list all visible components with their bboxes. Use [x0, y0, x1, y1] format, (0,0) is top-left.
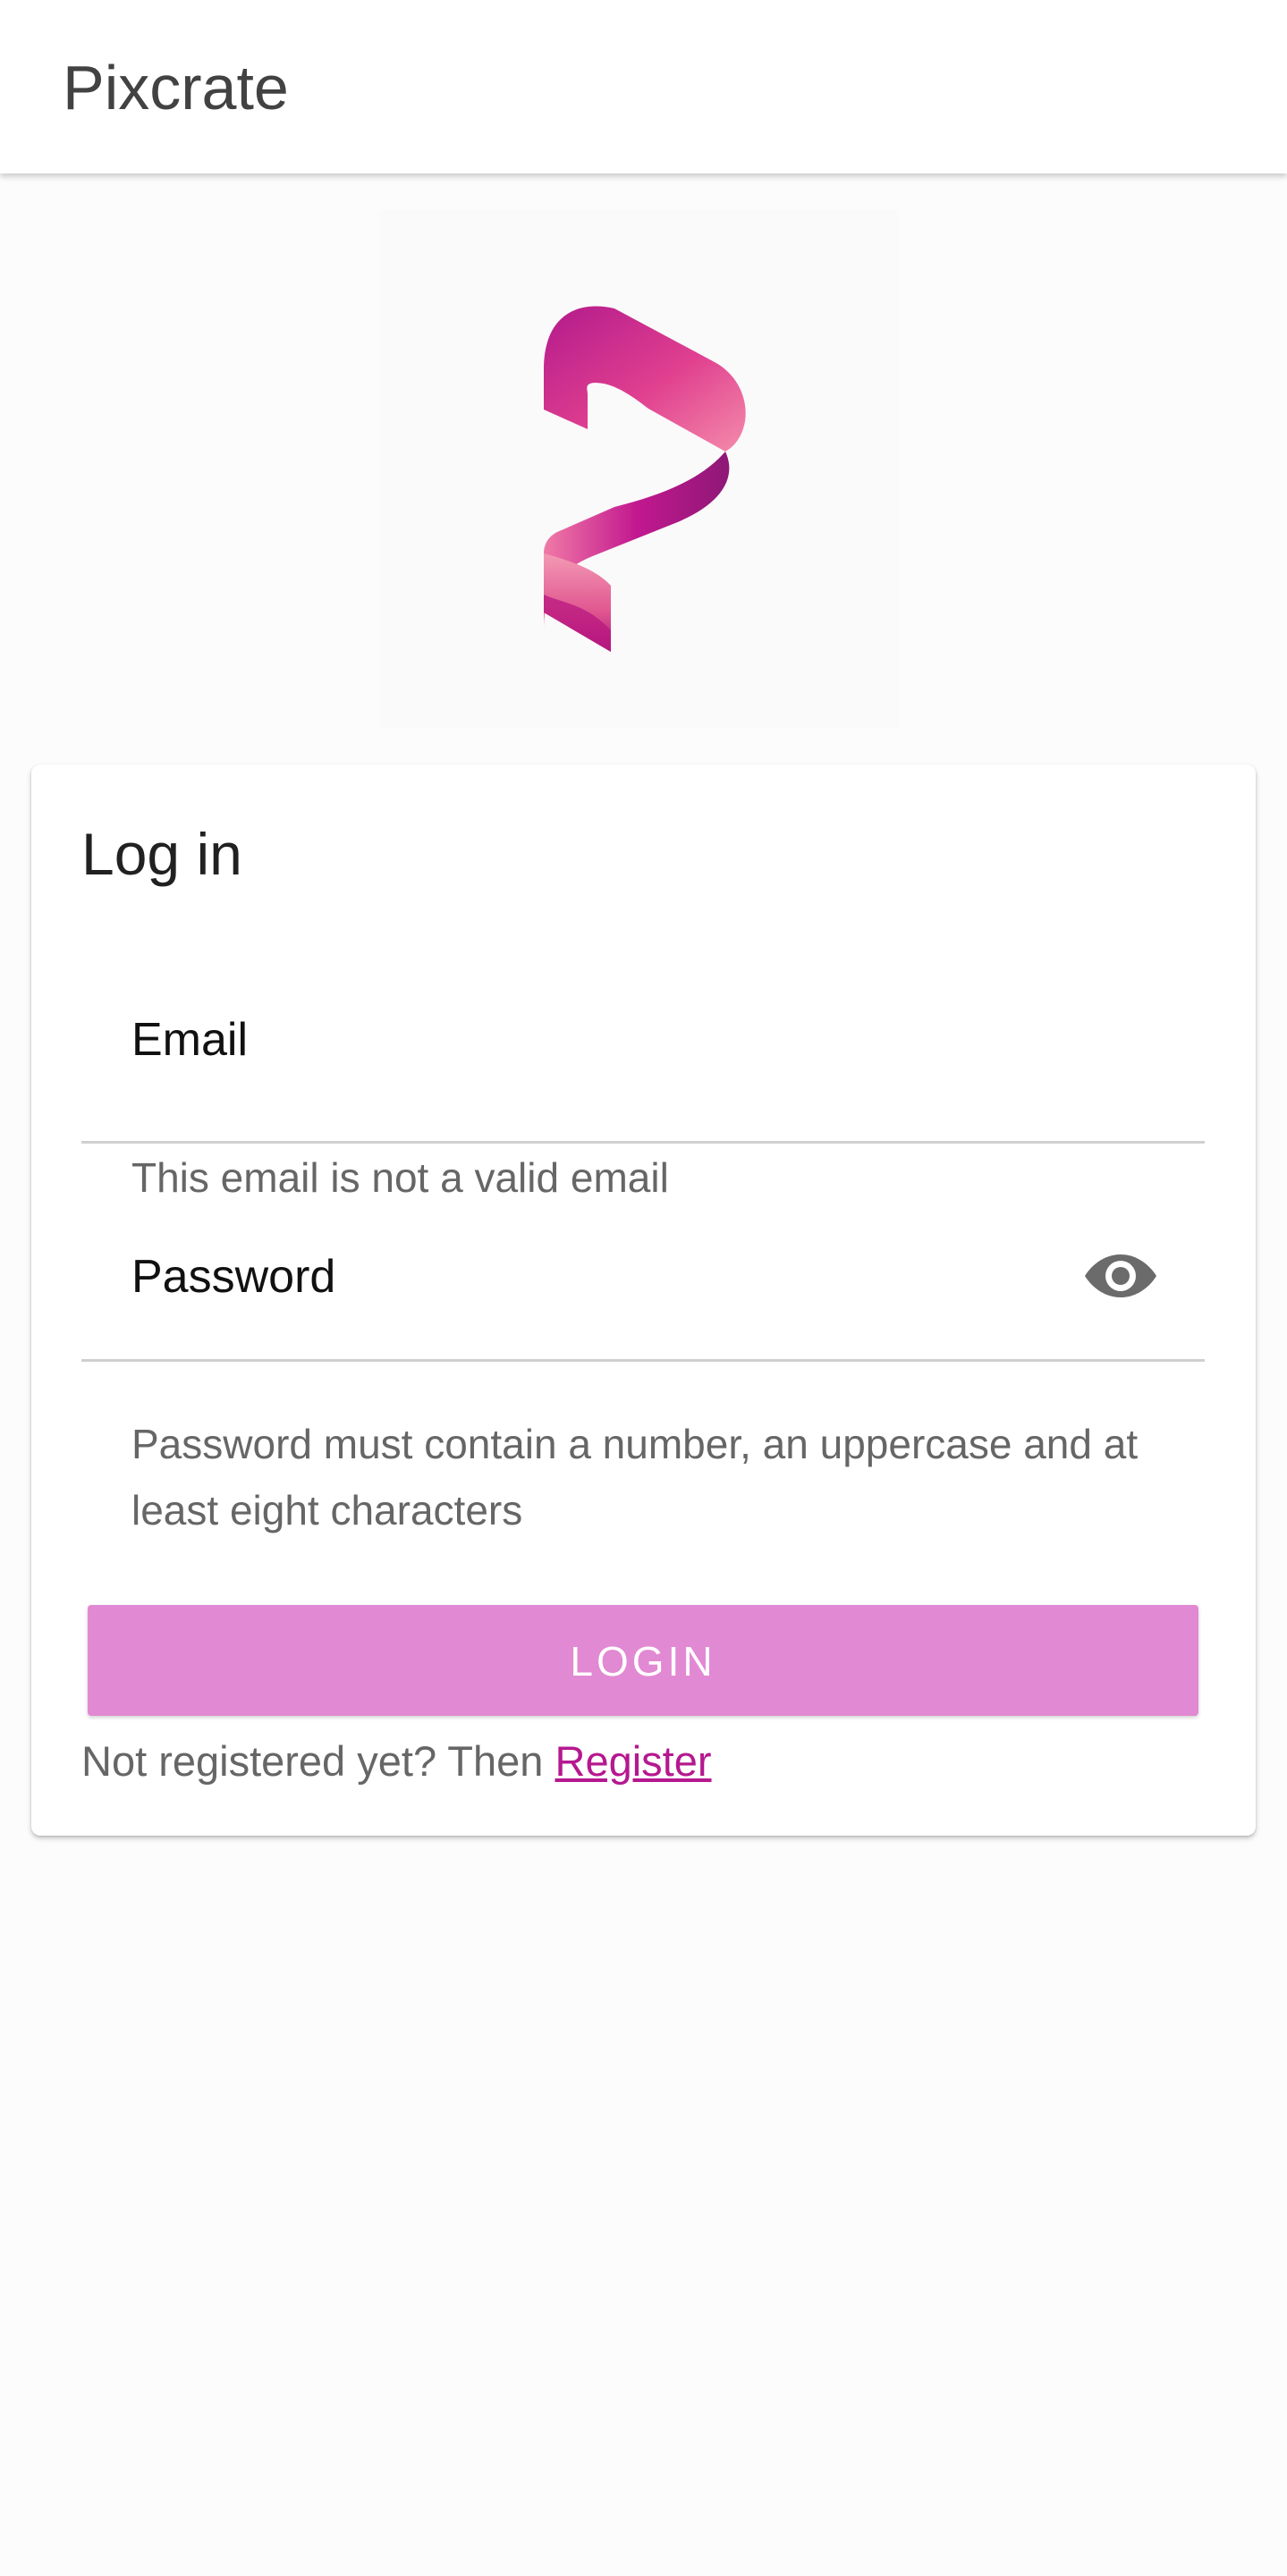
email-underline: [81, 1141, 1205, 1144]
logo-svg: [544, 306, 746, 652]
password-label[interactable]: Password: [131, 1250, 335, 1304]
app-bar: Pixcrate: [0, 0, 1287, 173]
login-button[interactable]: LOGIN: [88, 1605, 1198, 1716]
password-hint-text: Password must contain a number, an upper…: [131, 1421, 1139, 1533]
login-title: Log in: [81, 821, 242, 887]
register-prompt: Not registered yet? Then Register: [81, 1735, 712, 1788]
register-link[interactable]: Register: [555, 1737, 712, 1785]
pixcrate-logo: [380, 210, 899, 729]
register-prompt-text: Not registered yet? Then: [81, 1737, 544, 1785]
email-label[interactable]: Email: [131, 1013, 248, 1067]
email-error-text: This email is not a valid email: [131, 1154, 669, 1201]
login-card: Log in Email This email is not a valid e…: [31, 764, 1256, 1836]
eye-icon[interactable]: [1083, 1249, 1158, 1303]
app-title: Pixcrate: [63, 53, 289, 122]
password-underline: [81, 1359, 1205, 1362]
